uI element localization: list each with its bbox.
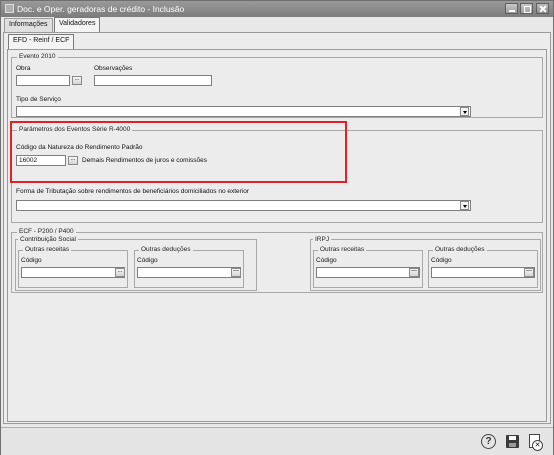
irpj-title: IRPJ — [313, 236, 332, 243]
minimize-button[interactable] — [505, 3, 518, 14]
irpj-receitas-codigo-input[interactable] — [316, 267, 420, 278]
tab-efd-reinf-ecf[interactable]: EFD - Reinf / ECF — [8, 34, 75, 49]
highlight-box — [10, 121, 347, 183]
tab-informacoes[interactable]: Informações — [4, 18, 53, 32]
subtab-panel: Evento 2010 Obra ... Observações Tipo de… — [7, 49, 547, 422]
irpj-deducoes-codigo-label: Código — [431, 257, 452, 264]
contribuicao-social-title: Contribuição Social — [18, 236, 79, 243]
obra-input[interactable] — [16, 75, 70, 86]
obra-lookup-button[interactable]: ... — [72, 76, 82, 85]
cs-receitas-codigo-input[interactable] — [21, 267, 125, 278]
cs-outras-deducoes-title: Outras deduções — [139, 246, 193, 253]
app-icon — [5, 4, 14, 13]
forma-tributacao-label: Forma de Tributação sobre rendimentos de… — [16, 188, 250, 195]
evento-2010-group: Evento 2010 Obra ... Observações Tipo de… — [11, 53, 543, 118]
cs-receitas-lookup-button[interactable]: ... — [115, 268, 125, 277]
observacoes-label: Observações — [94, 65, 133, 72]
forma-tributacao-dropdown-icon[interactable] — [460, 201, 469, 210]
forma-tributacao-select[interactable] — [16, 200, 471, 211]
bottom-toolbar: ? — [1, 427, 553, 455]
irpj-receitas-lookup-button[interactable]: — — [409, 268, 419, 277]
maximize-button[interactable] — [520, 3, 533, 14]
irpj-outras-deducoes-title: Outras deduções — [433, 246, 487, 253]
ecf-group: ECF - P200 / P400 Contribuição Social Ou… — [11, 228, 543, 293]
contribuicao-social-group: Contribuição Social Outras receitas Códi… — [15, 236, 257, 291]
cs-deducoes-codigo-input[interactable] — [137, 267, 241, 278]
irpj-deducoes-codigo-input[interactable] — [431, 267, 535, 278]
cs-receitas-codigo-label: Código — [21, 257, 42, 264]
cs-outras-receitas-group: Outras receitas Código ... — [18, 246, 128, 288]
tipo-servico-select[interactable] — [16, 106, 471, 117]
cs-outras-deducoes-group: Outras deduções Código — — [134, 246, 244, 288]
ecf-title: ECF - P200 / P400 — [17, 228, 76, 235]
cs-deducoes-codigo-label: Código — [137, 257, 158, 264]
help-icon[interactable]: ? — [481, 434, 496, 449]
tipo-servico-dropdown-icon[interactable] — [460, 107, 469, 116]
window-title: Doc. e Oper. geradoras de crédito - Incl… — [17, 4, 185, 14]
cs-outras-receitas-title: Outras receitas — [23, 246, 72, 253]
cancel-icon[interactable] — [529, 434, 543, 451]
tab-validadores[interactable]: Validadores — [54, 17, 101, 32]
observacoes-input[interactable] — [94, 75, 212, 86]
cs-deducoes-lookup-button[interactable]: — — [231, 268, 241, 277]
irpj-outras-receitas-title: Outras receitas — [318, 246, 367, 253]
window: Doc. e Oper. geradoras de crédito - Incl… — [0, 0, 554, 455]
save-icon[interactable] — [506, 435, 519, 448]
title-bar: Doc. e Oper. geradoras de crédito - Incl… — [1, 1, 553, 17]
tab-panel: EFD - Reinf / ECF Evento 2010 Obra ... O… — [3, 32, 551, 424]
close-button[interactable] — [536, 3, 549, 14]
irpj-outras-deducoes-group: Outras deduções Código — — [428, 246, 538, 288]
tipo-servico-label: Tipo de Serviço — [16, 96, 61, 103]
irpj-deducoes-lookup-button[interactable]: — — [524, 268, 534, 277]
irpj-group: IRPJ Outras receitas Código — Outras ded… — [310, 236, 541, 291]
obra-label: Obra — [16, 65, 31, 72]
evento-2010-title: Evento 2010 — [17, 53, 58, 60]
irpj-receitas-codigo-label: Código — [316, 257, 337, 264]
irpj-outras-receitas-group: Outras receitas Código — — [313, 246, 423, 288]
